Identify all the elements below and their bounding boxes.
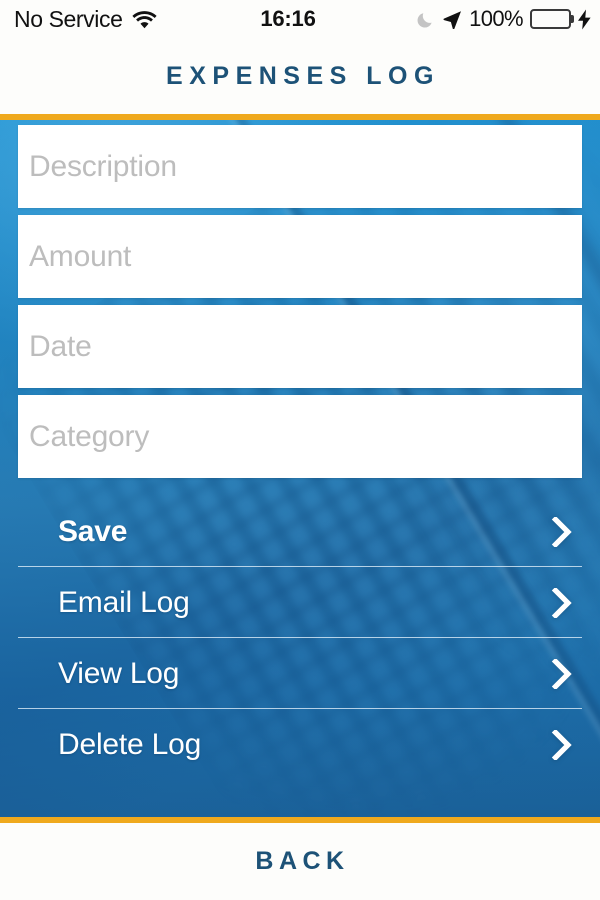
field-category[interactable] (18, 395, 582, 478)
status-bar-right: 100% (417, 0, 592, 38)
chevron-right-icon (551, 515, 573, 548)
page-title: EXPENSES LOG (166, 61, 440, 90)
field-description[interactable] (18, 125, 582, 208)
footer-bar: BACK (0, 823, 600, 900)
chevron-right-icon (551, 586, 573, 619)
moon-icon (417, 10, 436, 29)
menu-item-label: Delete Log (58, 727, 202, 761)
menu-item-label: Email Log (58, 585, 190, 619)
menu-item-delete-log[interactable]: Delete Log (0, 709, 600, 780)
description-input[interactable] (29, 125, 571, 208)
menu-item-label: View Log (58, 656, 180, 690)
clock-label: 16:16 (260, 6, 316, 31)
charging-bolt-icon (577, 9, 592, 30)
amount-input[interactable] (29, 215, 571, 298)
field-amount[interactable] (18, 215, 582, 298)
date-input[interactable] (29, 305, 571, 388)
back-button[interactable]: BACK (250, 847, 349, 876)
battery-icon (530, 9, 574, 29)
app-screen: No Service 16:16 100% EXPENSES LOG Descr… (0, 0, 600, 900)
action-menu: Save Email Log View Log Delete Log (0, 496, 600, 780)
chevron-right-icon (551, 657, 573, 690)
menu-item-save[interactable]: Save (0, 496, 600, 567)
field-date[interactable] (18, 305, 582, 388)
category-input[interactable] (29, 395, 571, 478)
expense-form (0, 120, 600, 485)
menu-item-view-log[interactable]: View Log (0, 638, 600, 709)
content-panel: Save Email Log View Log (0, 120, 600, 817)
menu-item-label: Save (58, 514, 128, 548)
status-bar: No Service 16:16 100% (0, 0, 600, 38)
chevron-right-icon (551, 728, 573, 761)
menu-item-email-log[interactable]: Email Log (0, 567, 600, 638)
location-arrow-icon (443, 10, 462, 29)
title-bar: EXPENSES LOG (0, 38, 600, 114)
battery-percent-label: 100% (469, 6, 523, 31)
